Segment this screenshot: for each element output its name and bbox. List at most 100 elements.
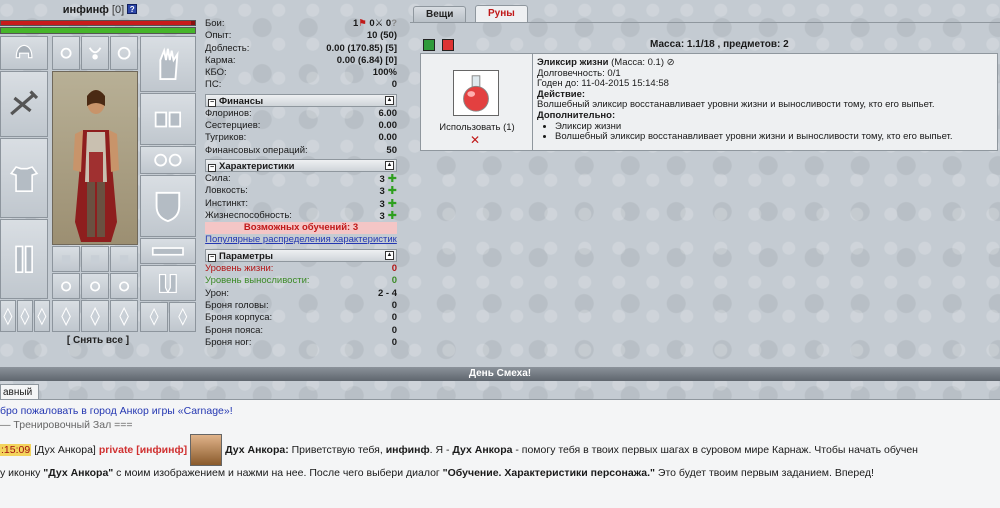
settings-icon[interactable]: ▲ [385, 251, 394, 261]
collapse-all-icon[interactable] [442, 39, 454, 51]
earring-slot[interactable] [52, 36, 80, 70]
params-title: Параметры [219, 251, 273, 263]
rune-icon [178, 308, 187, 326]
stat-value-wrap: 3 ✚ [379, 185, 397, 197]
earring-icon [60, 47, 72, 59]
stamina-bar-fill [1, 28, 195, 33]
boots-slot[interactable] [140, 265, 196, 301]
ring-slot-2[interactable] [81, 273, 109, 299]
chat-text: . Я - [429, 444, 453, 456]
stat-row: Опыт: 10 (50) [205, 30, 397, 42]
chat-text: Приветствую тебя, [288, 444, 386, 456]
rune-icon [149, 308, 159, 326]
stat-label: Флоринов: [205, 107, 252, 119]
rune-slot-7[interactable] [140, 302, 168, 332]
battles-label: Бои: [205, 18, 225, 29]
bracers-slot[interactable] [140, 93, 196, 145]
ring-slot-3[interactable] [110, 273, 138, 299]
collapse-icon: − [208, 98, 216, 107]
stat-value-wrap: 100% [373, 67, 397, 79]
rune-slot-3[interactable] [34, 300, 50, 332]
warrior-figure-icon [73, 90, 119, 242]
stat-value-wrap: 0.00 [379, 120, 398, 132]
rune-slot-5[interactable] [81, 300, 109, 332]
helmet-slot[interactable] [0, 36, 48, 70]
settings-icon[interactable]: ▲ [385, 95, 394, 105]
ring-icon [60, 280, 72, 292]
settings-icon[interactable]: ▲ [385, 160, 394, 170]
item-name: Эликсир жизни [537, 57, 609, 68]
stat-value: 0 [391, 79, 397, 91]
expand-icon[interactable] [423, 39, 435, 51]
avatar[interactable] [190, 434, 223, 466]
stat-label: Урон: [205, 287, 230, 299]
plus-icon[interactable]: ✚ [388, 198, 397, 210]
params-header[interactable]: − Параметры ▲ [205, 249, 397, 263]
armor-icon [9, 165, 39, 192]
chat-text: Это будет твоим первым заданием. Вперед! [655, 467, 874, 479]
rings-slot[interactable] [140, 146, 196, 174]
chat-private[interactable]: private [инфинф] [99, 444, 187, 456]
ring-icon [118, 280, 130, 292]
item-extra-title: Дополнительно: [537, 109, 616, 121]
rune-slot-2[interactable] [17, 300, 33, 332]
chat-time[interactable]: :15:09 [0, 444, 32, 456]
chat-tab-main[interactable]: авный [0, 384, 40, 400]
plus-icon[interactable]: ✚ [388, 210, 397, 222]
weapon-slot[interactable] [0, 71, 48, 137]
stat-row: КБО: 100% [205, 67, 397, 79]
possible-learn-bar: Возможных обучений: 3 [205, 222, 397, 235]
unequip-all-button[interactable]: [ Снять все ] [58, 335, 138, 346]
shield-slot[interactable] [140, 175, 196, 237]
delete-item-icon[interactable]: ✕ [470, 133, 480, 147]
misc-slot-3[interactable] [110, 246, 138, 272]
amulet-slot[interactable] [81, 36, 109, 70]
stat-label: Уровень выносливости: [205, 275, 310, 287]
stat-value: 0.00 [378, 120, 398, 132]
use-item-button[interactable]: Использовать (1) [421, 122, 533, 133]
rune-slot-1[interactable] [0, 300, 16, 332]
misc-slot-2[interactable] [81, 246, 109, 272]
chat-room: — Тренировочный Зал === [0, 419, 133, 431]
rings-icon [154, 153, 182, 167]
rune-slot-8[interactable] [169, 302, 196, 332]
finance-header[interactable]: − Финансы ▲ [205, 93, 397, 107]
chat-speaker: Дух Анкора: [225, 444, 289, 456]
legs-slot[interactable] [0, 219, 48, 299]
stat-label: Жизнеспособность: [205, 209, 292, 221]
gloves-slot[interactable] [140, 36, 196, 92]
armor-slot[interactable] [0, 138, 48, 218]
tab-runes[interactable]: Руны [475, 5, 528, 22]
elixir-item-image[interactable] [453, 70, 499, 116]
chat-sender[interactable]: [Дух Анкора] [34, 444, 96, 456]
stat-value: 0 [391, 263, 397, 275]
misc-slot-1[interactable] [52, 246, 80, 272]
stat-row: Уровень выносливости: 0 [205, 275, 397, 287]
stat-value: 3 [379, 198, 385, 210]
rune-slot-6[interactable] [110, 300, 138, 332]
plus-icon[interactable]: ✚ [388, 173, 397, 185]
necklace-slot[interactable] [110, 36, 138, 70]
rune-slot-4[interactable] [52, 300, 80, 332]
stat-value: 0 [391, 312, 397, 324]
characteristics-header[interactable]: − Характеристики ▲ [205, 158, 397, 172]
tab-things[interactable]: Вещи [413, 6, 467, 22]
help-icon[interactable]: ? [127, 4, 138, 14]
stat-value-wrap: 0.00 (170.85) [5] [326, 43, 397, 55]
chat-log[interactable]: бро пожаловать в город Анкор игры «Carna… [0, 399, 1000, 508]
stat-label: Карма: [205, 54, 236, 66]
characteristics-title: Характеристики [219, 160, 295, 172]
chat-text-bold: "Обучение. Характеристики персонажа." [442, 467, 655, 479]
stat-value: 50 [386, 144, 397, 156]
belt-slot[interactable] [140, 238, 196, 264]
stat-value-wrap: 3 ✚ [379, 198, 397, 210]
plus-icon[interactable]: ✚ [388, 185, 397, 197]
amulet-icon [88, 47, 102, 60]
stat-label: Инстинкт: [205, 197, 248, 209]
stat-value: 0.00 (170.85) [5] [326, 42, 397, 54]
stat-value: 100% [372, 67, 397, 79]
ring-slot-1[interactable] [52, 273, 80, 299]
stat-value-wrap: 0 [392, 325, 397, 337]
popular-distributions-link[interactable]: Популярные распределения характеристик [205, 234, 397, 245]
stamina-bar [0, 27, 196, 34]
